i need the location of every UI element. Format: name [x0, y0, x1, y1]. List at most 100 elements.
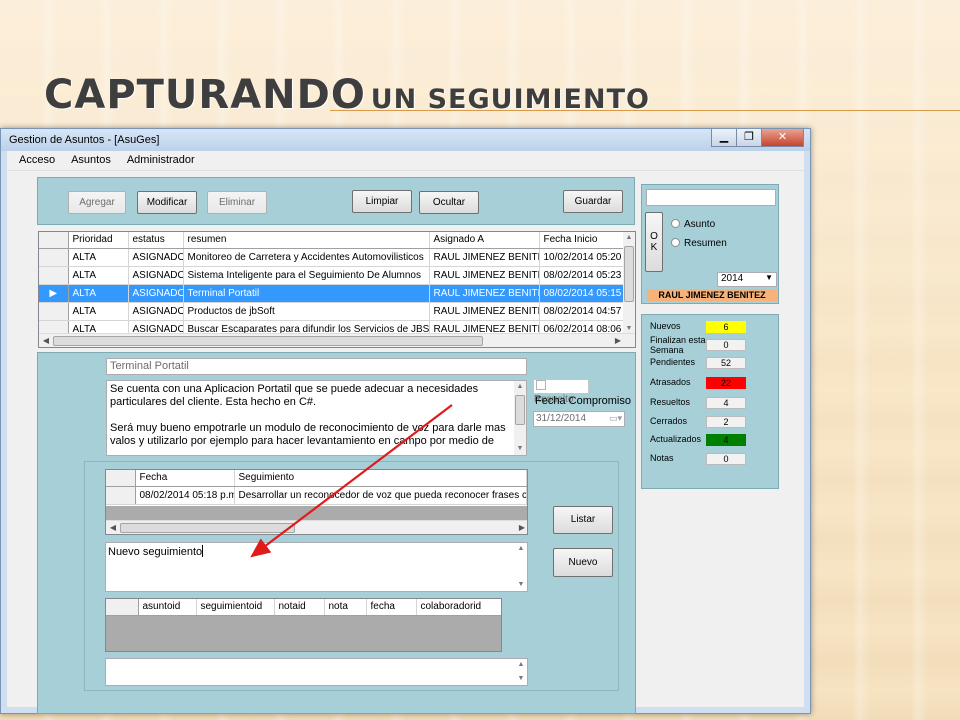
window-titlebar[interactable]: Gestion de Asuntos - [AsuGes] ▁ ❐ ✕ [1, 129, 810, 151]
minimize-button[interactable]: ▁ [711, 129, 737, 147]
table-row[interactable]: ▶ ALTA ASIGNADO Terminal Portatil RAUL JIMEN… [39, 284, 624, 303]
table-cell[interactable]: 08/02/2014 05:15 [539, 284, 624, 303]
asuntos-vscroll[interactable]: ▲ ▼ [623, 232, 635, 335]
table-cell[interactable]: RAUL JIMENEZ BENITEZ [429, 302, 540, 321]
scroll-up-icon[interactable]: ▲ [514, 381, 526, 393]
scroll-left-icon[interactable]: ◀ [106, 521, 120, 534]
table-cell[interactable]: RAUL JIMENEZ BENITEZ [429, 266, 540, 285]
scroll-down-icon[interactable]: ▼ [515, 579, 527, 591]
fecha-compromiso-picker[interactable]: 31/12/2014 ▭▾ [533, 411, 625, 427]
table-cell[interactable]: Productos de jbSoft [183, 302, 430, 321]
col-header-seguimientoid[interactable]: seguimientoid [196, 599, 275, 616]
search-input[interactable] [646, 189, 776, 206]
year-select[interactable]: 2014 ▼ [717, 272, 777, 287]
seguimiento-hscroll-thumb[interactable] [120, 523, 295, 533]
table-row[interactable]: ALTA ASIGNADO Productos de jbSoft RAUL JIME… [39, 302, 624, 321]
table-cell[interactable]: Sistema Inteligente para el Seguimiento … [183, 266, 430, 285]
scroll-up-icon[interactable]: ▲ [623, 232, 635, 244]
chevron-down-icon[interactable]: ▼ [765, 273, 773, 282]
table-cell[interactable]: RAUL JIMENEZ BENITEZ [429, 284, 540, 303]
table-cell[interactable]: ALTA [68, 302, 129, 321]
seguimiento-fecha-cell[interactable]: 08/02/2014 05:18 p.m. [135, 486, 235, 505]
col-header-fecha-nota[interactable]: fecha [366, 599, 417, 616]
col-header-asuntoid[interactable]: asuntoid [138, 599, 197, 616]
descripcion-vscroll[interactable]: ▲ ▼ [514, 381, 526, 455]
table-cell[interactable]: 10/02/2014 05:20 [539, 248, 624, 267]
limpiar-button[interactable]: Limpiar [352, 190, 412, 213]
slide-title: CAPTURANDO UN SEGUIMIENTO [44, 72, 650, 118]
col-header-asignado[interactable]: Asignado A [429, 232, 540, 249]
asuntos-vscroll-thumb[interactable] [624, 246, 634, 302]
table-row[interactable]: 08/02/2014 05:18 p.m. Desarrollar un rec… [106, 486, 527, 505]
table-cell[interactable]: Monitoreo de Carretera y Accidentes Auto… [183, 248, 430, 267]
menu-administrador[interactable]: Administrador [119, 151, 203, 170]
radio-resumen[interactable]: Resumen [671, 238, 727, 249]
col-header-resumen[interactable]: resumen [183, 232, 430, 249]
ok-button[interactable]: O K [645, 212, 663, 272]
nota-input[interactable]: ▲ ▼ [105, 658, 528, 686]
table-cell[interactable]: ASIGNADO [128, 302, 184, 321]
table-cell[interactable]: ASIGNADO [128, 266, 184, 285]
menu-asuntos[interactable]: Asuntos [63, 151, 119, 170]
table-cell[interactable]: ALTA [68, 248, 129, 267]
col-header-fecha[interactable]: Fecha [135, 470, 235, 487]
modificar-button[interactable]: Modificar [137, 191, 197, 214]
calendar-icon[interactable]: ▭▾ [609, 413, 622, 424]
agregar-button[interactable]: Agregar [68, 191, 126, 214]
col-header-fecha-inicio[interactable]: Fecha Inicio [539, 232, 624, 249]
table-cell[interactable]: ASIGNADO [128, 248, 184, 267]
row-header[interactable] [39, 266, 69, 285]
descripcion-field[interactable]: Se cuenta con una Aplicacion Portatil qu… [106, 380, 527, 456]
table-cell[interactable]: Terminal Portatil [183, 284, 430, 303]
col-header-nota[interactable]: nota [324, 599, 367, 616]
fecha-compromiso-label: Fecha Compromiso [535, 395, 631, 407]
row-header[interactable] [39, 302, 69, 321]
scroll-right-icon[interactable]: ▶ [611, 334, 625, 347]
scroll-up-icon[interactable]: ▲ [515, 543, 527, 555]
descripcion-text: Se cuenta con una Aplicacion Portatil qu… [110, 383, 506, 447]
maximize-button[interactable]: ❐ [736, 129, 762, 147]
scroll-left-icon[interactable]: ◀ [39, 334, 53, 347]
asuntos-hscroll[interactable]: ◀ ▶ [39, 333, 635, 347]
scroll-right-icon[interactable]: ▶ [515, 521, 527, 534]
table-cell[interactable]: ASIGNADO [128, 284, 184, 303]
nuevo-seguimiento-input[interactable]: Nuevo seguimiento ▲ ▼ [105, 542, 528, 592]
seguimiento-hscroll[interactable]: ◀ ▶ [106, 520, 527, 534]
resumen-field[interactable]: Terminal Portatil [106, 358, 527, 375]
col-header-notaid[interactable]: notaid [274, 599, 325, 616]
eliminar-button[interactable]: Eliminar [207, 191, 267, 214]
radio-icon [671, 219, 680, 228]
table-cell[interactable]: RAUL JIMENEZ BENITEZ [429, 248, 540, 267]
col-header-seguimiento[interactable]: Seguimiento [234, 470, 527, 487]
detail-panel: Terminal Portatil Se cuenta con una Apli… [37, 352, 636, 714]
asuntos-hscroll-thumb[interactable] [53, 336, 483, 346]
seguimiento-text-cell[interactable]: Desarrollar un reconocedor de voz que pu… [234, 486, 527, 505]
col-header-prioridad[interactable]: Prioridad [68, 232, 129, 249]
col-header-estatus[interactable]: estatus [128, 232, 184, 249]
stat-value: 6 [706, 321, 746, 333]
row-indicator-icon[interactable]: ▶ [39, 284, 69, 303]
radio-asunto[interactable]: Asunto [671, 219, 715, 230]
scroll-down-icon[interactable]: ▼ [515, 673, 527, 685]
resuelto-checkbox[interactable]: Resuelto [533, 379, 589, 405]
table-cell[interactable]: ALTA [68, 284, 129, 303]
menu-acceso[interactable]: Acceso [11, 151, 63, 170]
nota-vscroll[interactable]: ▲ ▼ [515, 659, 527, 685]
table-cell[interactable]: ALTA [68, 266, 129, 285]
scroll-down-icon[interactable]: ▼ [514, 443, 526, 455]
nuevo-seguimiento-vscroll[interactable]: ▲ ▼ [515, 543, 527, 591]
nuevo-button[interactable]: Nuevo [553, 548, 613, 577]
stat-label: Resueltos [650, 397, 691, 407]
col-header-colaboradorid[interactable]: colaboradorid [416, 599, 501, 616]
scroll-up-icon[interactable]: ▲ [515, 659, 527, 671]
table-row[interactable]: ALTA ASIGNADO Monitoreo de Carretera y Acc… [39, 248, 624, 267]
descripcion-vscroll-thumb[interactable] [515, 395, 525, 425]
listar-button[interactable]: Listar [553, 506, 613, 534]
guardar-button[interactable]: Guardar [563, 190, 623, 213]
ocultar-button[interactable]: Ocultar [419, 191, 479, 214]
row-header[interactable] [39, 248, 69, 267]
table-cell[interactable]: 08/02/2014 04:57 [539, 302, 624, 321]
table-row[interactable]: ALTA ASIGNADO Sistema Inteligente para el … [39, 266, 624, 285]
table-cell[interactable]: 08/02/2014 05:23 [539, 266, 624, 285]
close-button[interactable]: ✕ [761, 129, 804, 147]
